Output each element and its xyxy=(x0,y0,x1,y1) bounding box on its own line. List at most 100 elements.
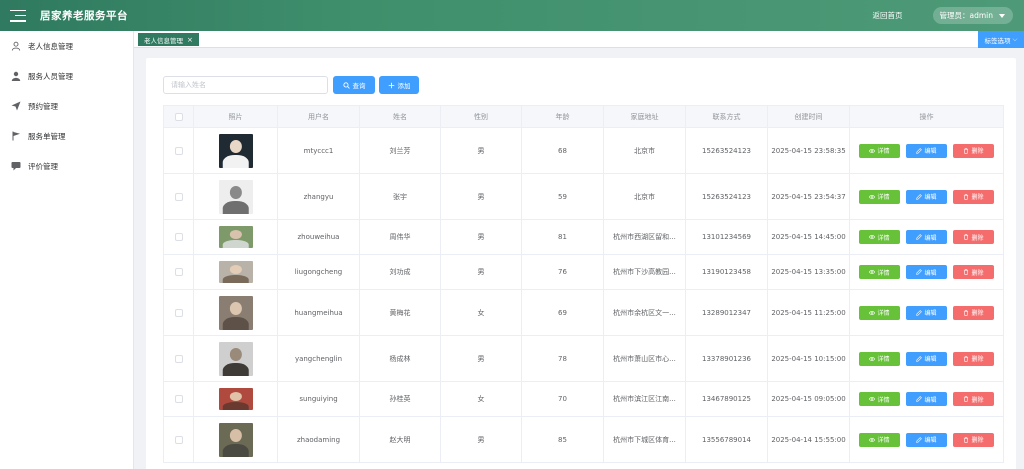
trash-icon xyxy=(964,147,969,154)
edit-button[interactable]: 编辑 xyxy=(906,265,947,279)
tag-options-dropdown[interactable]: 标签选项 ⌵ xyxy=(978,31,1024,48)
created-time-cell: 2025-04-15 23:54:37 xyxy=(767,173,850,220)
edit-button[interactable]: 编辑 xyxy=(906,305,947,320)
address-cell: 北京市 xyxy=(603,127,686,174)
row-select-cell[interactable] xyxy=(163,335,194,382)
trash-icon xyxy=(964,309,969,316)
edit-button[interactable]: 编辑 xyxy=(906,351,947,366)
row-checkbox[interactable] xyxy=(174,146,183,155)
select-all-checkbox[interactable] xyxy=(174,112,183,121)
eye-icon xyxy=(869,397,876,401)
query-button[interactable]: 查询 xyxy=(333,76,375,94)
row-select-cell[interactable] xyxy=(163,254,194,290)
created-time-cell: 2025-04-15 14:45:00 xyxy=(767,219,850,255)
eye-icon xyxy=(869,310,876,315)
tag-label: 老人信息管理 xyxy=(144,36,183,45)
edit-icon xyxy=(916,355,923,362)
delete-button[interactable]: 删除 xyxy=(953,432,994,447)
detail-button[interactable]: 详情 xyxy=(859,189,900,204)
edit-button[interactable]: 编辑 xyxy=(906,143,947,158)
column-header: 姓名 xyxy=(359,105,441,128)
search-input[interactable] xyxy=(163,76,328,94)
header-right: 返回首页 管理员：admin xyxy=(873,7,1024,24)
detail-button[interactable]: 详情 xyxy=(859,143,900,158)
menu-toggle-icon[interactable] xyxy=(10,9,26,22)
back-home-link[interactable]: 返回首页 xyxy=(873,10,903,21)
row-select-cell[interactable] xyxy=(163,219,194,255)
detail-button[interactable]: 详情 xyxy=(859,432,900,447)
username-cell: mtyccc1 xyxy=(277,127,360,174)
photo-cell xyxy=(193,289,278,336)
username-cell: liugongcheng xyxy=(277,254,360,290)
name-cell: 刘功成 xyxy=(359,254,441,290)
sidebar-item-staff[interactable]: 服务人员管理 xyxy=(0,61,133,91)
row-checkbox[interactable] xyxy=(174,192,183,201)
actions-cell: 详情 编辑 删除 xyxy=(849,173,1004,220)
age-cell: 85 xyxy=(521,416,604,463)
row-checkbox[interactable] xyxy=(174,354,183,363)
close-icon[interactable]: × xyxy=(187,36,193,44)
edit-button[interactable]: 编辑 xyxy=(906,189,947,204)
column-header: 操作 xyxy=(849,105,1004,128)
row-checkbox[interactable] xyxy=(174,435,183,444)
sidebar-item-orders[interactable]: 服务单管理 xyxy=(0,121,133,151)
delete-button[interactable]: 删除 xyxy=(953,230,994,244)
trash-icon xyxy=(964,436,969,443)
column-header: 创建时间 xyxy=(767,105,850,128)
row-checkbox[interactable] xyxy=(174,233,183,241)
row-select-cell[interactable] xyxy=(163,127,194,174)
detail-button[interactable]: 详情 xyxy=(859,230,900,244)
table-row: zhangyu 张宇男 59 北京市 15263524123 2025-04-15 23:… xyxy=(163,173,1004,220)
delete-button[interactable]: 删除 xyxy=(953,143,994,158)
name-cell: 刘兰芳 xyxy=(359,127,441,174)
username-cell: sunguiying xyxy=(277,381,360,417)
created-time-cell: 2025-04-15 23:58:35 xyxy=(767,127,850,174)
detail-button[interactable]: 详情 xyxy=(859,305,900,320)
address-cell: 杭州市余杭区文一... xyxy=(603,289,686,336)
eye-icon xyxy=(869,437,876,442)
sidebar-item-elder-info[interactable]: 老人信息管理 xyxy=(0,31,133,61)
name-cell: 赵大明 xyxy=(359,416,441,463)
admin-dropdown[interactable]: 管理员：admin xyxy=(932,7,1013,24)
sidebar-item-appointments[interactable]: 预约管理 xyxy=(0,91,133,121)
detail-button[interactable]: 详情 xyxy=(859,351,900,366)
row-select-cell[interactable] xyxy=(163,289,194,336)
elder-photo xyxy=(218,261,253,283)
elder-photo xyxy=(218,133,253,168)
edit-icon xyxy=(916,436,923,443)
tag-bar: 老人信息管理 × 标签选项 ⌵ xyxy=(134,31,1024,48)
tag-elder-info[interactable]: 老人信息管理 × xyxy=(138,33,199,46)
edit-button[interactable]: 编辑 xyxy=(906,432,947,447)
trash-icon xyxy=(964,193,969,200)
row-checkbox[interactable] xyxy=(174,308,183,317)
photo-cell xyxy=(193,335,278,382)
edit-button[interactable]: 编辑 xyxy=(906,392,947,406)
delete-button[interactable]: 删除 xyxy=(953,305,994,320)
select-all-cell[interactable] xyxy=(163,105,194,128)
delete-button[interactable]: 删除 xyxy=(953,392,994,406)
row-checkbox[interactable] xyxy=(174,268,183,276)
trash-icon xyxy=(964,355,969,362)
delete-button[interactable]: 删除 xyxy=(953,351,994,366)
add-button[interactable]: 添加 xyxy=(379,76,419,94)
row-select-cell[interactable] xyxy=(163,173,194,220)
elder-photo xyxy=(218,295,253,330)
row-select-cell[interactable] xyxy=(163,381,194,417)
delete-button[interactable]: 删除 xyxy=(953,265,994,279)
elder-photo xyxy=(218,341,253,376)
sidebar-item-reviews[interactable]: 评价管理 xyxy=(0,151,133,181)
username-cell: zhaodaming xyxy=(277,416,360,463)
detail-button[interactable]: 详情 xyxy=(859,392,900,406)
edit-icon xyxy=(916,309,923,316)
eye-icon xyxy=(869,270,876,274)
row-select-cell[interactable] xyxy=(163,416,194,463)
address-cell: 杭州市萧山区市心... xyxy=(603,335,686,382)
delete-button[interactable]: 删除 xyxy=(953,189,994,204)
detail-button[interactable]: 详情 xyxy=(859,265,900,279)
row-checkbox[interactable] xyxy=(174,395,183,403)
edit-button[interactable]: 编辑 xyxy=(906,230,947,244)
name-cell: 孙桂英 xyxy=(359,381,441,417)
age-cell: 69 xyxy=(521,289,604,336)
gender-cell: 男 xyxy=(440,254,522,290)
photo-cell xyxy=(193,416,278,463)
